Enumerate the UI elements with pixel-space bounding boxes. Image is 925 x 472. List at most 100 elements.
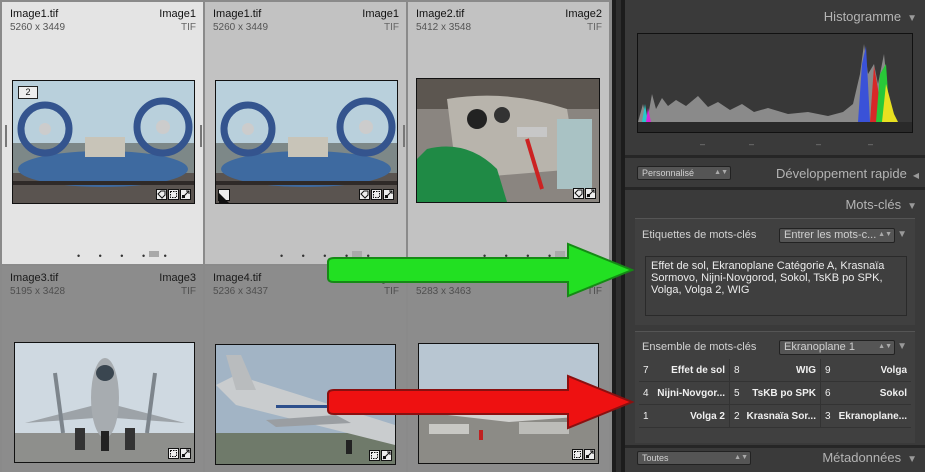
keyword-button[interactable]: 3 Ekranoplane...	[821, 405, 911, 427]
thumbnail-badges	[573, 188, 596, 199]
cell-copy-name: Image1	[159, 8, 196, 20]
cell-filetype: TIF	[384, 286, 399, 297]
cell-filetype: TIF	[587, 286, 602, 297]
thumbnail-fighter-jet[interactable]	[14, 342, 195, 463]
tags-collapse-icon[interactable]: ▼	[897, 229, 907, 240]
hovercraft-photo	[13, 81, 194, 203]
thumbnail-cockpit[interactable]	[416, 78, 600, 203]
keyword-set-select[interactable]: Ekranoplane 1 ▲▼	[779, 340, 895, 355]
select-arrows-icon: ▲▼	[714, 169, 728, 176]
quick-develop-header[interactable]: Développement rapide ◀	[776, 166, 919, 181]
crop-icon[interactable]	[371, 189, 382, 200]
histogram-graph	[638, 34, 912, 132]
color-label-handle[interactable]	[149, 251, 159, 257]
collapse-triangle-icon[interactable]: ▼	[907, 201, 917, 212]
cell-dimensions: 5260 x 3449	[213, 22, 269, 33]
keyword-set-section: Ensemble de mots-clés Ekranoplane 1 ▲▼ ▼ …	[635, 331, 915, 443]
preset-value: Personnalisé	[642, 168, 695, 178]
cell-filetype: TIF	[587, 22, 602, 33]
histogram-mark: –	[816, 139, 822, 149]
grid-cell-4[interactable]: Image3.tif Image3 5195 x 3428 TIF	[2, 266, 203, 472]
airliner-photo	[216, 345, 395, 464]
keyword-label: Krasnaïa Sor...	[746, 410, 816, 422]
cell-filename: Image1.tif	[10, 8, 59, 20]
cell-copy-name: Image4	[362, 272, 399, 284]
crop-icon[interactable]	[369, 450, 380, 461]
keyword-row: 7 Effet de sol 8 WIG 9 Volga	[639, 359, 911, 382]
develop-adjust-icon[interactable]	[585, 188, 596, 199]
keyword-row: 1 Volga 2 2 Krasnaïa Sor... 3 Ekranoplane..…	[639, 405, 911, 428]
cell-filename: Image4.tif	[213, 272, 262, 284]
thumbnail-badges	[369, 450, 392, 461]
keyword-button[interactable]: 2 Krasnaïa Sor...	[730, 405, 821, 427]
keywording-title: Mots-clés	[845, 197, 902, 212]
keyword-set-grid: 7 Effet de sol 8 WIG 9 Volga 4 Nijni-Novgor.…	[639, 359, 911, 428]
grid-cell-3[interactable]: Image2.tif Image2 5412 x 3548 TIF • • • …	[408, 2, 609, 264]
select-arrows-icon: ▲▼	[878, 343, 892, 350]
thumbnail-airliner[interactable]	[215, 344, 396, 465]
metadata-title: Métadonnées	[822, 450, 902, 465]
stack-count-badge[interactable]: 2	[18, 86, 38, 99]
keyword-tags-mode-select[interactable]: Entrer les mots-c... ▲▼	[779, 228, 895, 243]
histogram-mark: –	[700, 139, 706, 149]
crop-icon[interactable]	[168, 189, 179, 200]
keyword-button[interactable]: 8 WIG	[730, 359, 821, 381]
metadata-preset-select[interactable]: Toutes ▲▼	[637, 451, 751, 465]
keyword-tag-icon[interactable]	[156, 189, 167, 200]
virtual-copy-icon[interactable]	[218, 189, 230, 203]
grid-scrollbar[interactable]	[612, 0, 625, 472]
develop-adjust-icon[interactable]	[180, 448, 191, 459]
cell-dimensions: 5283 x 3463	[416, 286, 472, 297]
set-collapse-icon[interactable]: ▼	[897, 341, 907, 352]
scrollbar-track[interactable]	[616, 0, 621, 472]
keyword-button[interactable]: 6 Sokol	[821, 382, 911, 404]
cell-copy-name: Image3	[159, 272, 196, 284]
keyword-row: 4 Nijni-Novgor... 5 TsKB po SPK 6 Sokol	[639, 382, 911, 405]
color-label-handle[interactable]	[555, 251, 565, 257]
panel-expand-icon[interactable]: ◀	[913, 171, 919, 180]
thumbnail-airfield[interactable]	[418, 343, 599, 464]
keyword-button[interactable]: 4 Nijni-Novgor...	[639, 382, 730, 404]
cell-divider-handle	[5, 125, 7, 147]
keyword-tag-icon[interactable]	[573, 188, 584, 199]
keywording-header[interactable]: Mots-clés ▼	[845, 197, 917, 212]
collapse-triangle-icon[interactable]: ▼	[907, 454, 917, 465]
grid-cell-2[interactable]: Image1.tif Image1 5260 x 3449 TIF • • • …	[205, 2, 406, 264]
grid-cell-6[interactable]: 5283 x 3463 TIF	[408, 266, 609, 472]
keyword-shortcut: 4	[643, 387, 649, 399]
develop-adjust-icon[interactable]	[381, 450, 392, 461]
rating-dots[interactable]: • • • • •	[483, 251, 581, 261]
collapse-triangle-icon[interactable]: ▼	[907, 13, 917, 24]
keyword-button[interactable]: 1 Volga 2	[639, 405, 730, 427]
crop-icon[interactable]	[572, 449, 583, 460]
thumbnail-hovercraft[interactable]: 2	[12, 80, 195, 204]
grid-cell-5[interactable]: Image4.tif Image4 5236 x 3437 TIF	[205, 266, 406, 472]
rating-dots[interactable]: • • • • •	[77, 251, 175, 261]
develop-adjust-icon[interactable]	[383, 189, 394, 200]
quick-develop-title: Développement rapide	[776, 166, 907, 181]
keyword-label: Effet de sol	[671, 364, 725, 376]
grid-cell-1[interactable]: Image1.tif Image1 5260 x 3449 TIF 2 • • …	[2, 2, 203, 264]
keyword-shortcut: 7	[643, 364, 649, 376]
keyword-button[interactable]: 9 Volga	[821, 359, 911, 381]
keyword-button[interactable]: 5 TsKB po SPK	[730, 382, 821, 404]
keyword-button[interactable]: 7 Effet de sol	[639, 359, 730, 381]
quick-develop-preset-select[interactable]: Personnalisé ▲▼	[637, 166, 731, 180]
keyword-set-label: Ensemble de mots-clés	[642, 341, 757, 353]
keyword-tag-icon[interactable]	[359, 189, 370, 200]
develop-adjust-icon[interactable]	[180, 189, 191, 200]
keyword-tags-label: Etiquettes de mots-clés	[642, 229, 757, 241]
develop-adjust-icon[interactable]	[584, 449, 595, 460]
histogram-header[interactable]: Histogramme ▼	[824, 9, 917, 24]
cell-dimensions: 5412 x 3548	[416, 22, 472, 33]
rating-dots[interactable]: • • • • •	[280, 251, 378, 261]
thumbnail-hovercraft-copy[interactable]	[215, 80, 398, 204]
keyword-shortcut: 6	[825, 387, 831, 399]
cell-divider-handle	[403, 125, 405, 147]
keyword-tags-field[interactable]: Effet de sol, Ekranoplane Catégorie A, K…	[645, 256, 907, 316]
color-label-handle[interactable]	[352, 251, 362, 257]
metadata-header[interactable]: Métadonnées ▼	[822, 450, 917, 465]
keyword-label: Volga	[880, 364, 907, 376]
cell-copy-name: Image2	[565, 8, 602, 20]
crop-icon[interactable]	[168, 448, 179, 459]
